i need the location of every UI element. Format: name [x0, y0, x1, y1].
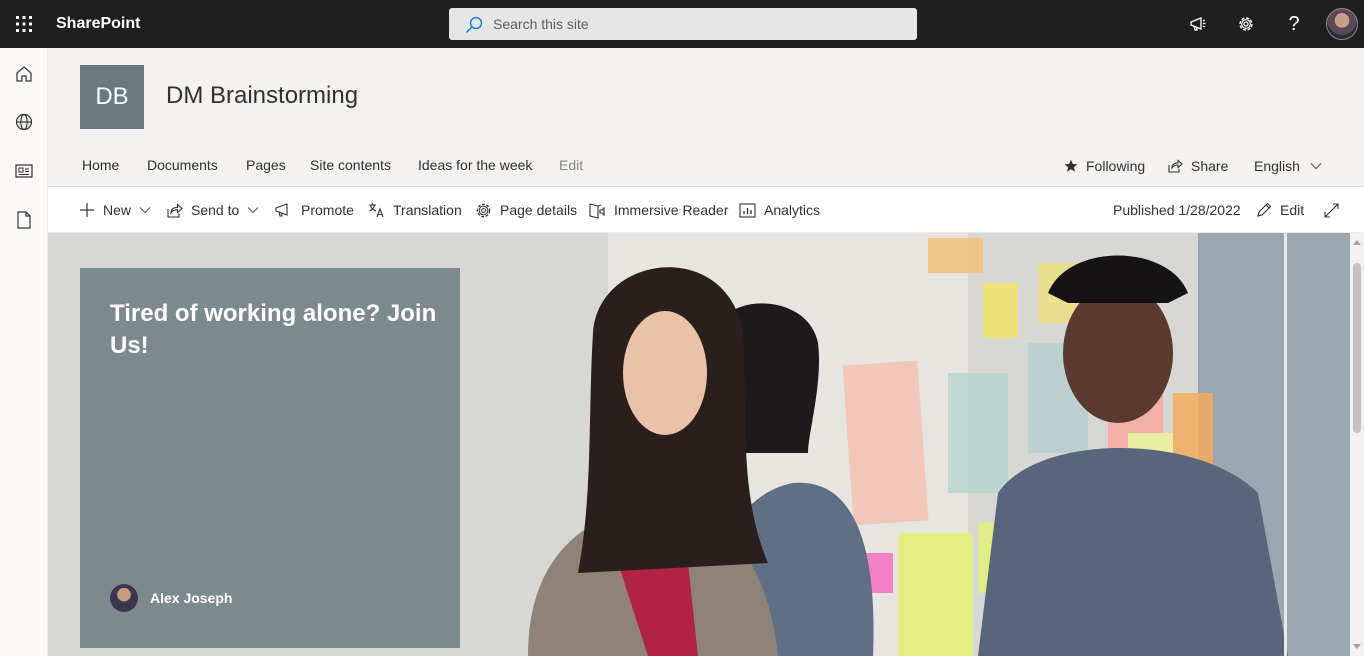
- promote-label: Promote: [301, 202, 354, 218]
- immersive-reader-label: Immersive Reader: [614, 202, 729, 218]
- chevron-down-icon: [1310, 163, 1322, 170]
- gear-icon[interactable]: [1222, 0, 1270, 48]
- translation-button[interactable]: Translation: [368, 187, 462, 233]
- hero-image: Tired of working alone? Join Us! Alex Jo…: [48, 233, 1350, 656]
- author-name[interactable]: Alex Joseph: [150, 590, 232, 606]
- hero-card[interactable]: Tired of working alone? Join Us! Alex Jo…: [80, 268, 460, 648]
- site-nav: Home Documents Pages Site contents Ideas…: [48, 146, 1364, 187]
- translation-label: Translation: [393, 202, 462, 218]
- command-bar: New Send to Promote Translation Page det…: [48, 187, 1364, 233]
- language-label: English: [1254, 158, 1300, 174]
- site-title[interactable]: DM Brainstorming: [166, 82, 358, 110]
- author-byline[interactable]: Alex Joseph: [110, 584, 232, 612]
- nav-documents[interactable]: Documents: [147, 146, 218, 184]
- following-label: Following: [1086, 158, 1146, 174]
- chevron-down-icon: [139, 207, 151, 214]
- nav-site-contents[interactable]: Site contents: [310, 146, 391, 184]
- gear-icon: [476, 203, 491, 217]
- immersive-reader-button[interactable]: Immersive Reader: [589, 187, 728, 233]
- edit-button[interactable]: Edit: [1256, 187, 1304, 233]
- page-scrollbar[interactable]: [1350, 233, 1364, 656]
- following-button[interactable]: Following: [1064, 146, 1145, 186]
- page-details-button[interactable]: Page details: [475, 187, 577, 233]
- analytics-icon: [739, 202, 756, 218]
- share-button[interactable]: Share: [1168, 146, 1228, 186]
- translation-icon: [369, 203, 384, 218]
- suite-bar: SharePoint Search this site ?: [0, 0, 1364, 48]
- edit-icon: [1257, 202, 1272, 217]
- search-input[interactable]: Search this site: [493, 8, 589, 40]
- scroll-up-icon[interactable]: [1353, 238, 1361, 246]
- nav-edit-link[interactable]: Edit: [559, 146, 583, 184]
- left-rail: [0, 48, 48, 656]
- language-dropdown[interactable]: English: [1254, 146, 1322, 186]
- search-icon: [466, 16, 483, 33]
- waffle-icon[interactable]: [0, 0, 48, 48]
- home-icon[interactable]: [0, 50, 48, 98]
- globe-icon[interactable]: [0, 98, 48, 146]
- site-logo[interactable]: DB: [80, 65, 144, 129]
- send-to-button[interactable]: Send to: [167, 187, 259, 233]
- new-button[interactable]: New: [79, 187, 151, 233]
- send-to-label: Send to: [191, 202, 240, 218]
- immersive-reader-icon: [589, 202, 605, 219]
- scrollbar-thumb[interactable]: [1353, 263, 1361, 433]
- megaphone-icon[interactable]: [1174, 0, 1222, 48]
- share-label: Share: [1191, 158, 1229, 174]
- page-details-label: Page details: [500, 202, 578, 218]
- published-label: Published 1/28/2022: [1113, 202, 1241, 218]
- scroll-down-icon[interactable]: [1353, 643, 1361, 651]
- site-header: DB DM Brainstorming: [48, 48, 1364, 146]
- analytics-label: Analytics: [764, 202, 821, 218]
- megaphone-icon: [275, 203, 288, 217]
- search-box[interactable]: Search this site: [449, 8, 917, 40]
- help-icon[interactable]: ?: [1270, 0, 1318, 48]
- avatar[interactable]: [1326, 8, 1358, 40]
- analytics-button[interactable]: Analytics: [739, 187, 820, 233]
- news-icon[interactable]: [0, 147, 48, 195]
- share-icon: [167, 202, 183, 218]
- published-status: Published 1/28/2022: [1113, 187, 1241, 233]
- share-icon: [1168, 159, 1183, 173]
- nav-home[interactable]: Home: [82, 146, 119, 184]
- edit-label: Edit: [1280, 202, 1305, 218]
- chevron-down-icon: [247, 207, 259, 214]
- plus-icon: [80, 203, 94, 217]
- new-label: New: [103, 202, 132, 218]
- nav-pages[interactable]: Pages: [246, 146, 286, 184]
- author-avatar[interactable]: [110, 584, 138, 612]
- nav-ideas-for-the-week[interactable]: Ideas for the week: [418, 146, 532, 184]
- expand-icon[interactable]: [1324, 187, 1347, 233]
- app-name[interactable]: SharePoint: [56, 0, 140, 48]
- hero-title[interactable]: Tired of working alone? Join Us!: [110, 298, 440, 362]
- promote-button[interactable]: Promote: [275, 187, 354, 233]
- star-icon: [1064, 159, 1078, 172]
- document-icon[interactable]: [0, 196, 48, 244]
